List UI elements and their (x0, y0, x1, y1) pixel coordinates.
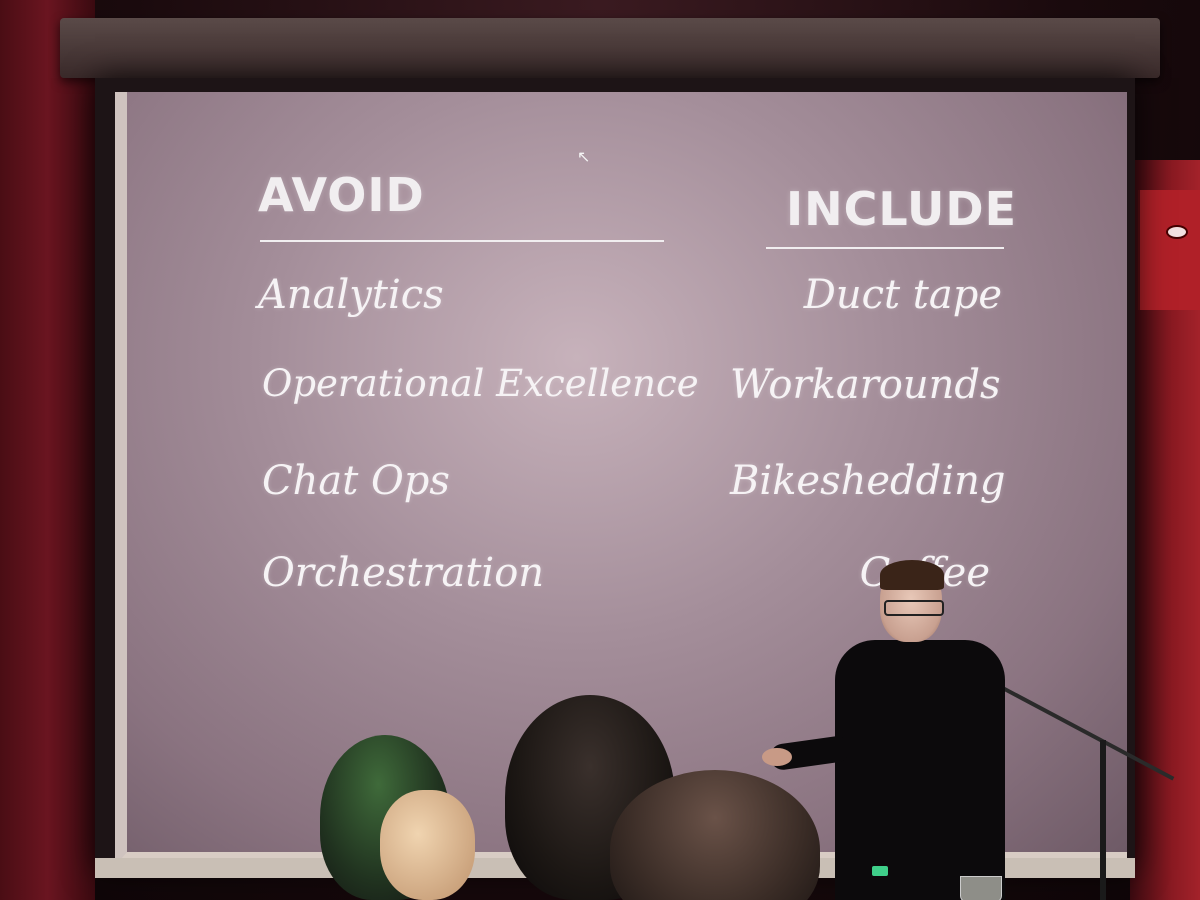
mouse-cursor-icon: ↖ (577, 147, 591, 166)
speaker-hand (762, 748, 792, 766)
eye-icon (1166, 225, 1188, 239)
wall-sign (1138, 190, 1200, 310)
avoid-item-chat-ops: Chat Ops (262, 458, 450, 504)
include-underline (766, 247, 1004, 249)
include-item-bikeshedding: Bikeshedding (730, 458, 1006, 504)
glasses-icon (884, 600, 944, 616)
include-item-duct-tape: Duct tape (803, 272, 1002, 318)
include-heading: INCLUDE (786, 182, 1018, 236)
projector-screen-housing (60, 18, 1160, 78)
mic-stand-pole (1100, 740, 1106, 900)
left-wall (0, 0, 95, 900)
avoid-item-operational-excellence: Operational Excellence (262, 362, 699, 405)
speaker-body (835, 640, 1005, 900)
avoid-underline (260, 240, 664, 242)
laptop-light (872, 866, 888, 876)
include-item-workarounds: Workarounds (730, 362, 1001, 408)
audience-face (380, 790, 475, 900)
plastic-cup (960, 876, 1002, 900)
avoid-item-analytics: Analytics (258, 272, 444, 318)
avoid-item-orchestration: Orchestration (262, 550, 545, 596)
venue-scene: AVOID INCLUDE Analytics Operational Exce… (0, 0, 1200, 900)
speaker-hair (880, 560, 944, 590)
avoid-heading: AVOID (258, 168, 425, 222)
